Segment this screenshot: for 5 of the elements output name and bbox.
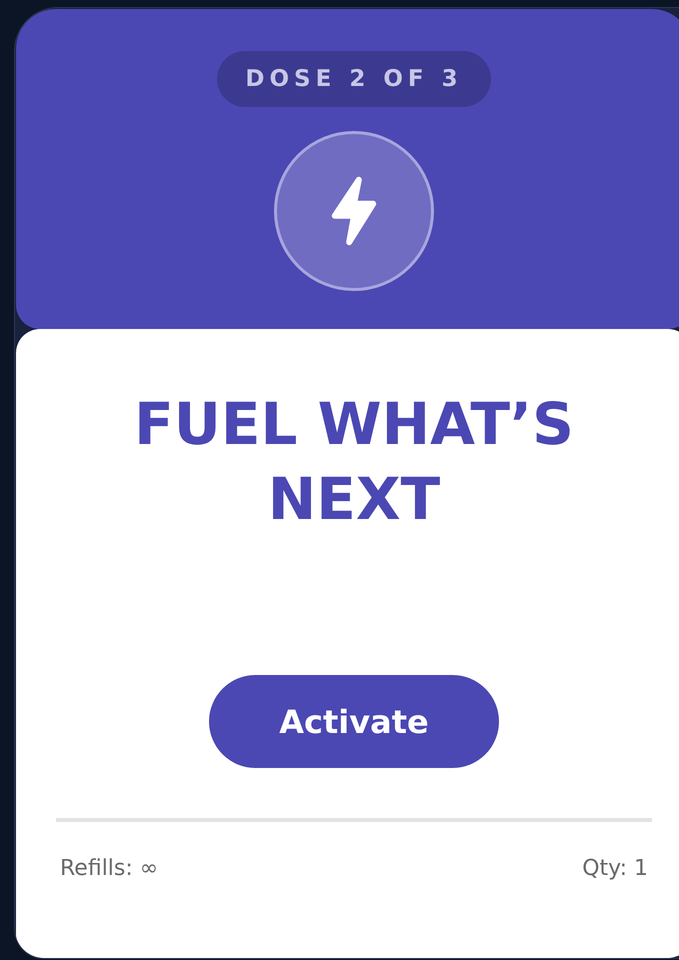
quantity-label: Qty: 1: [582, 856, 648, 881]
dose-badge: DOSE 2 OF 3: [217, 51, 491, 107]
card-title: FUEL WHAT’S NEXT: [133, 389, 575, 535]
activate-button[interactable]: Activate: [209, 675, 499, 768]
refills-label: Refills: ∞: [60, 856, 158, 881]
